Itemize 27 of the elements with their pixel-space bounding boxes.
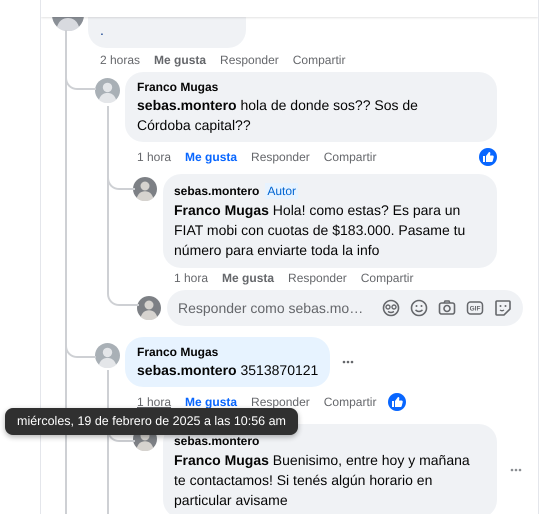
- share-link[interactable]: Compartir: [324, 149, 376, 165]
- reply-text: sebas.montero 3513870121: [137, 361, 318, 380]
- reply-time[interactable]: 1 hora: [174, 270, 208, 286]
- author-name[interactable]: Franco Mugas: [137, 344, 318, 360]
- author-name[interactable]: sebas.montero: [174, 433, 260, 449]
- comment-time[interactable]: 2 horas: [100, 52, 140, 68]
- author-badge: Autor: [265, 183, 298, 199]
- author-name[interactable]: Franco Mugas: [137, 79, 485, 95]
- share-link[interactable]: Compartir: [324, 394, 376, 410]
- like-link[interactable]: Me gusta: [222, 270, 274, 286]
- share-link[interactable]: Compartir: [292, 52, 346, 68]
- date-tooltip: miércoles, 19 de febrero de 2025 a las 10:56 am: [5, 408, 298, 435]
- reply-time[interactable]: 1 hora: [137, 394, 172, 410]
- reply-text: Franco Mugas Buenisimo, entre hoy y mañana te contactamos! Si tenés algún horario en particular avisame: [174, 451, 471, 510]
- comment-text: .: [100, 21, 105, 40]
- reply-text: sebas.montero hola de donde sos?? Sos de Córdoba capital??: [137, 96, 419, 135]
- reply-link[interactable]: Responder: [288, 270, 347, 286]
- like-link[interactable]: Me gusta: [154, 52, 206, 68]
- author-name[interactable]: sebas.montero: [174, 183, 260, 199]
- reply-link[interactable]: Responder: [251, 394, 310, 410]
- like-link[interactable]: Me gusta: [185, 149, 238, 165]
- like-link[interactable]: Me gusta: [185, 394, 238, 410]
- reply-time[interactable]: 1 hora: [137, 149, 172, 165]
- share-link[interactable]: Compartir: [360, 270, 414, 286]
- reply-link[interactable]: Responder: [251, 149, 310, 165]
- reply-text: Franco Mugas Hola! como estas? Es para un FIAT mobi con cuotas de $183.000. Pasame tu número para enviarte toda la info: [174, 201, 466, 260]
- reply-link[interactable]: Responder: [220, 52, 279, 68]
